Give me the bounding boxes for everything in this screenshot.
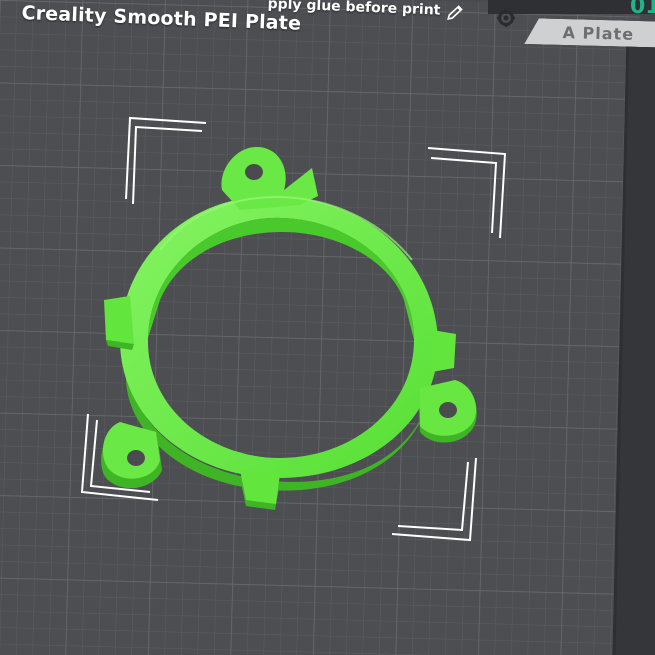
model-tab-bottom [240,470,280,504]
3d-viewport[interactable]: pply glue before print Creality Smooth P… [0,0,655,655]
plate-name-label: A Plate [562,22,635,44]
model-lug-bottom-left-hole [127,450,145,466]
gear-icon[interactable] [496,8,516,28]
plate-index-label[interactable]: 01 [630,0,655,19]
pencil-icon[interactable] [446,2,465,21]
build-plate-canvas[interactable] [0,0,655,655]
model-tab-left [104,296,134,344]
model-lug-top-hole [245,164,263,180]
model-tab-right [432,330,456,372]
model-lug-right-hole [439,402,457,418]
plate-name-tab[interactable]: A Plate [524,18,655,48]
plate-major-grid [0,0,640,655]
